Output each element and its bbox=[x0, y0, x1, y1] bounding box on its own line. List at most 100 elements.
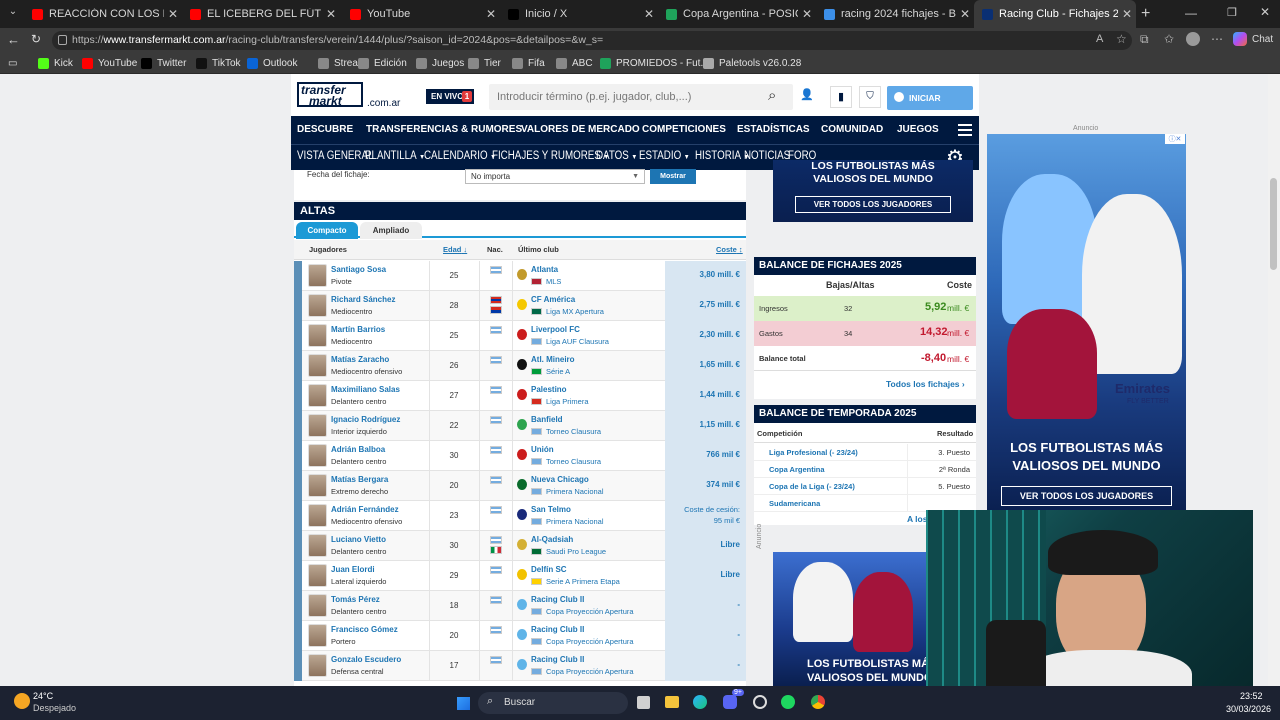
back-icon[interactable]: ← bbox=[7, 32, 20, 47]
ad-right-button[interactable]: VER TODOS LOS JUGADORES bbox=[1001, 486, 1172, 506]
league-name-link[interactable]: Liga MX Apertura bbox=[546, 307, 604, 316]
nav-item[interactable]: JUEGOS bbox=[897, 124, 939, 135]
spotify-icon[interactable] bbox=[781, 695, 795, 709]
club-name-link[interactable]: Racing Club II bbox=[531, 655, 584, 664]
subnav-item[interactable]: VISTA GENERAL bbox=[297, 150, 373, 162]
search-icon[interactable]: ⌕ bbox=[768, 87, 776, 104]
league-name-link[interactable]: Série A bbox=[546, 367, 570, 376]
competition-link[interactable]: Copa Argentina bbox=[769, 465, 825, 474]
bookmarks-list-icon[interactable]: ▭ bbox=[8, 52, 17, 74]
subnav-item[interactable]: CALENDARIO ▼ bbox=[424, 150, 496, 162]
weather-temp[interactable]: 24°C bbox=[33, 691, 53, 701]
chat-label[interactable]: Chat bbox=[1252, 34, 1273, 45]
edge-icon[interactable] bbox=[693, 695, 707, 709]
reload-icon[interactable]: ↻ bbox=[31, 32, 41, 46]
taskbar-search[interactable]: ⌕ Buscar bbox=[478, 692, 628, 714]
ad-info-icon[interactable]: ⓘ✕ bbox=[1165, 134, 1185, 144]
player-name-link[interactable]: Richard Sánchez bbox=[331, 295, 395, 304]
transfer-cost[interactable]: Coste de cesión: bbox=[684, 505, 740, 514]
league-name-link[interactable]: Copa Proyección Apertura bbox=[546, 637, 634, 646]
clock-time[interactable]: 23:52 bbox=[1240, 691, 1263, 701]
site-search-input[interactable]: Introducir término (p.ej. jugador, club,… bbox=[489, 84, 793, 110]
mostrar-button[interactable]: Mostrar bbox=[650, 169, 696, 184]
browser-tab[interactable]: Racing Club - Fichajes 24/25 | Tran✕ bbox=[974, 0, 1136, 28]
copilot-icon[interactable] bbox=[1233, 32, 1247, 46]
browser-tab[interactable]: EL ICEBERG DEL FÚTBOL - YouTub✕ bbox=[182, 0, 340, 28]
league-name-link[interactable]: Liga AUF Clausura bbox=[546, 337, 609, 346]
bookmark-item[interactable]: Outlook bbox=[247, 52, 297, 74]
profile-avatar[interactable] bbox=[1186, 32, 1200, 46]
transfer-cost[interactable]: 2,30 mill. € bbox=[700, 330, 740, 339]
player-name-link[interactable]: Juan Elordi bbox=[331, 565, 375, 574]
transfer-cost[interactable]: Libre bbox=[720, 540, 740, 549]
club-name-link[interactable]: Atlanta bbox=[531, 265, 558, 274]
league-name-link[interactable]: Saudi Pro League bbox=[546, 547, 606, 556]
club-name-link[interactable]: Unión bbox=[531, 445, 554, 454]
league-name-link[interactable]: MLS bbox=[546, 277, 561, 286]
minimize-icon[interactable]: — bbox=[1185, 6, 1197, 20]
nav-item[interactable]: DESCUBRE bbox=[297, 124, 353, 135]
tab-close-icon[interactable]: ✕ bbox=[956, 7, 974, 21]
nav-item[interactable]: COMUNIDAD bbox=[821, 124, 883, 135]
player-name-link[interactable]: Tomás Pérez bbox=[331, 595, 380, 604]
competition-link[interactable]: Copa de la Liga (- 23/24) bbox=[769, 482, 855, 491]
club-name-link[interactable]: Atl. Mineiro bbox=[531, 355, 575, 364]
bookmark-item[interactable]: PROMIEDOS - Fut... bbox=[600, 52, 709, 74]
nav-item[interactable]: ESTADÍSTICAS bbox=[737, 124, 810, 135]
steam-icon[interactable] bbox=[753, 695, 767, 709]
scrollbar-thumb[interactable] bbox=[1270, 178, 1277, 270]
tab-list-chevron-icon[interactable]: ⌄ bbox=[4, 6, 22, 22]
league-name-link[interactable]: Serie A Primera Etapa bbox=[546, 577, 620, 586]
subnav-item[interactable]: HISTORIA ▼ bbox=[695, 150, 749, 162]
col-coste[interactable]: Coste ↕ bbox=[716, 245, 743, 254]
tab-close-icon[interactable]: ✕ bbox=[322, 7, 340, 21]
competition-link[interactable]: Sudamericana bbox=[769, 499, 820, 508]
club-name-link[interactable]: Liverpool FC bbox=[531, 325, 580, 334]
player-name-link[interactable]: Matías Zaracho bbox=[331, 355, 389, 364]
bookmark-item[interactable]: Edición bbox=[358, 52, 407, 74]
tab-compacto[interactable]: Compacto bbox=[296, 222, 358, 239]
tab-ampliado[interactable]: Ampliado bbox=[360, 222, 422, 239]
temporada-more-link[interactable]: A los bbox=[907, 514, 927, 524]
file-explorer-icon[interactable] bbox=[665, 696, 679, 708]
subnav-item[interactable]: FICHAJES Y RUMORES ▼ bbox=[492, 150, 609, 162]
club-name-link[interactable]: Racing Club II bbox=[531, 625, 584, 634]
ad-banner-right[interactable]: Emirates FLY BETTER LOS FUTBOLISTAS MÁS … bbox=[987, 134, 1186, 514]
transfer-cost[interactable]: - bbox=[737, 600, 740, 609]
browser-tab[interactable]: REACCIÓN CON LOS HINCHAS / R✕ bbox=[24, 0, 182, 28]
club-name-link[interactable]: Delfín SC bbox=[531, 565, 567, 574]
bookmark-item[interactable]: Tier bbox=[468, 52, 501, 74]
bookmark-item[interactable]: TikTok bbox=[196, 52, 241, 74]
player-name-link[interactable]: Martín Barrios bbox=[331, 325, 385, 334]
club-name-link[interactable]: Racing Club II bbox=[531, 595, 584, 604]
transfer-cost[interactable]: - bbox=[737, 660, 740, 669]
transfer-cost[interactable]: Libre bbox=[720, 570, 740, 579]
competition-link[interactable]: Liga Profesional (- 23/24) bbox=[769, 448, 858, 457]
player-name-link[interactable]: Santiago Sosa bbox=[331, 265, 386, 274]
league-name-link[interactable]: Copa Proyección Apertura bbox=[546, 607, 634, 616]
transfer-cost[interactable]: 3,80 mill. € bbox=[700, 270, 740, 279]
bookmark-item[interactable]: YouTube bbox=[82, 52, 137, 74]
browser-tab[interactable]: Copa Argentina - POSICIONES, RE✕ bbox=[658, 0, 816, 28]
all-transfers-link[interactable]: Todos los fichajes › bbox=[886, 379, 965, 389]
task-view-icon[interactable] bbox=[637, 696, 650, 709]
site-info-icon[interactable] bbox=[58, 35, 67, 45]
ad-banner-top[interactable]: LOS FUTBOLISTAS MÁS VALIOSOS DEL MUNDO V… bbox=[773, 160, 973, 222]
club-name-link[interactable]: Al-Qadsiah bbox=[531, 535, 573, 544]
shield-icon[interactable]: ⛉ bbox=[859, 86, 881, 108]
tab-close-icon[interactable]: ✕ bbox=[798, 7, 816, 21]
col-edad[interactable]: Edad ↓ bbox=[443, 245, 467, 254]
player-name-link[interactable]: Adrián Fernández bbox=[331, 505, 399, 514]
club-name-link[interactable]: CF América bbox=[531, 295, 575, 304]
maximize-icon[interactable]: ❐ bbox=[1227, 6, 1237, 19]
chrome-icon[interactable] bbox=[811, 695, 825, 709]
league-name-link[interactable]: Torneo Clausura bbox=[546, 457, 601, 466]
bookmark-item[interactable]: Paletools v26.0.28 bbox=[703, 52, 801, 74]
close-window-icon[interactable]: ✕ bbox=[1260, 5, 1270, 19]
url-input[interactable]: https://www.transfermarkt.com.ar/racing-… bbox=[52, 31, 1132, 50]
read-aloud-icon[interactable]: A bbox=[1096, 33, 1103, 45]
nav-item[interactable]: COMPETICIONES bbox=[642, 124, 726, 135]
player-name-link[interactable]: Luciano Vietto bbox=[331, 535, 386, 544]
league-name-link[interactable]: Torneo Clausura bbox=[546, 427, 601, 436]
tab-close-icon[interactable]: ✕ bbox=[640, 7, 658, 21]
